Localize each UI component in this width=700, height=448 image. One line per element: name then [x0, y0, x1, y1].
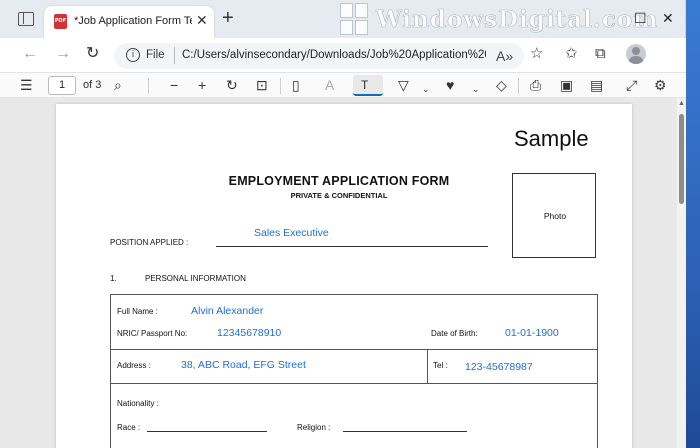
- tab-job-application-form[interactable]: PDF *Job Application Form Template ✕: [44, 6, 214, 38]
- draw-options-icon[interactable]: ⌄: [422, 81, 430, 97]
- brand-text: WindowsDigital.com: [376, 6, 659, 34]
- highlight-options-icon[interactable]: ⌄: [472, 81, 480, 97]
- toolbar-divider: [148, 78, 149, 94]
- scroll-up-icon[interactable]: ▲: [678, 100, 685, 107]
- save-as-icon[interactable]: ▤: [590, 77, 603, 93]
- url-text[interactable]: C:/Users/alvinsecondary/Downloads/Job%20…: [182, 49, 486, 61]
- page-number-input[interactable]: 1: [48, 76, 76, 95]
- pdf-toolbar: ☰ 1 of 3 ⌕ − + ↻ ⊡ ▯ A T ▽ ⌄ ♥ ⌄ ◇ ⎙ ▣ ▤…: [0, 72, 686, 98]
- table-divider: [427, 349, 428, 383]
- tab-actions-icon[interactable]: [18, 12, 34, 26]
- read-aloud-icon[interactable]: A: [325, 77, 334, 93]
- pdf-file-icon: PDF: [54, 14, 67, 29]
- table-of-contents-icon[interactable]: ☰: [20, 77, 33, 93]
- tel-field[interactable]: 123-45678987: [465, 361, 533, 373]
- vertical-scrollbar[interactable]: ▲: [677, 98, 686, 448]
- windows-logo-icon: [340, 2, 370, 36]
- favorites-icon[interactable]: ✩: [565, 46, 578, 62]
- table-divider: [111, 383, 597, 384]
- pdf-viewport[interactable]: Sample EMPLOYMENT APPLICATION FORM PRIVA…: [0, 98, 686, 448]
- refresh-icon[interactable]: ↻: [86, 46, 99, 62]
- fit-page-icon[interactable]: ⊡: [256, 77, 268, 93]
- draw-icon[interactable]: ▽: [398, 77, 409, 93]
- toolbar-divider: [518, 78, 519, 94]
- nric-field[interactable]: 12345678910: [217, 327, 281, 339]
- photo-label: Photo: [543, 211, 567, 221]
- table-divider: [111, 349, 597, 350]
- highlight-icon[interactable]: ♥: [446, 77, 454, 93]
- info-icon[interactable]: i: [126, 48, 140, 62]
- tab-title: *Job Application Form Template: [74, 15, 192, 27]
- close-window-icon[interactable]: ✕: [662, 10, 674, 27]
- erase-icon[interactable]: ◇: [496, 77, 507, 93]
- position-label: POSITION APPLIED :: [110, 238, 189, 247]
- dob-label: Date of Birth:: [431, 329, 478, 338]
- desktop-background: [686, 0, 700, 448]
- back-icon[interactable]: ←: [22, 46, 38, 62]
- navigation-bar: ← → ↻ i File C:/Users/alvinsecondary/Dow…: [0, 38, 686, 72]
- position-underline: [216, 246, 488, 247]
- address-bar[interactable]: i File C:/Users/alvinsecondary/Downloads…: [114, 43, 524, 69]
- section-title: PERSONAL INFORMATION: [145, 274, 246, 283]
- page-view-icon[interactable]: ▯: [292, 77, 300, 93]
- collections-icon[interactable]: ⧉: [595, 46, 606, 62]
- rotate-icon[interactable]: ↻: [226, 77, 238, 93]
- address-label: Address :: [117, 361, 151, 370]
- new-tab-icon[interactable]: +: [222, 8, 234, 28]
- address-field[interactable]: 38, ABC Road, EFG Street: [181, 359, 306, 371]
- race-underline[interactable]: [147, 431, 267, 432]
- zoom-out-icon[interactable]: −: [170, 77, 178, 93]
- maximize-icon[interactable]: ☐: [634, 10, 647, 27]
- section-number: 1.: [110, 274, 117, 283]
- religion-underline[interactable]: [343, 431, 467, 432]
- full-name-field[interactable]: Alvin Alexander: [191, 305, 263, 317]
- add-text-button[interactable]: T: [353, 75, 383, 96]
- nric-label: NRIC/ Passport No:: [117, 329, 188, 338]
- full-name-label: Full Name :: [117, 307, 158, 316]
- fullscreen-icon[interactable]: ⤢: [626, 77, 637, 93]
- dob-field[interactable]: 01-01-1900: [505, 327, 559, 339]
- print-icon[interactable]: ⎙: [530, 77, 541, 93]
- close-tab-icon[interactable]: ✕: [196, 12, 208, 29]
- url-scheme: File: [146, 49, 165, 61]
- settings-icon[interactable]: ⚙: [654, 77, 667, 93]
- race-label: Race :: [117, 423, 141, 432]
- save-icon[interactable]: ▣: [560, 77, 573, 93]
- text-box-icon: T: [361, 78, 369, 92]
- personal-info-table: Full Name : Alvin Alexander NRIC/ Passpo…: [110, 294, 598, 448]
- tab-strip: PDF *Job Application Form Template ✕ + W…: [0, 0, 685, 38]
- add-favorite-icon[interactable]: ☆: [530, 46, 543, 62]
- browser-window: PDF *Job Application Form Template ✕ + W…: [0, 0, 686, 448]
- page-count: of 3: [83, 79, 102, 91]
- sample-watermark: Sample: [514, 126, 589, 151]
- forward-icon[interactable]: →: [55, 46, 71, 62]
- search-icon[interactable]: ⌕: [114, 77, 122, 93]
- tel-label: Tel :: [433, 361, 448, 370]
- toolbar-divider: [280, 78, 281, 94]
- read-aloud-icon[interactable]: A»: [496, 48, 513, 64]
- position-field[interactable]: Sales Executive: [254, 227, 329, 239]
- scrollbar-thumb[interactable]: [679, 114, 684, 204]
- url-divider: [174, 47, 175, 64]
- profile-avatar[interactable]: [626, 44, 646, 64]
- nationality-label: Nationality :: [117, 399, 159, 408]
- zoom-in-icon[interactable]: +: [198, 77, 206, 93]
- religion-label: Religion :: [297, 423, 331, 432]
- photo-box: Photo: [512, 173, 596, 258]
- pdf-page: Sample EMPLOYMENT APPLICATION FORM PRIVA…: [56, 104, 632, 448]
